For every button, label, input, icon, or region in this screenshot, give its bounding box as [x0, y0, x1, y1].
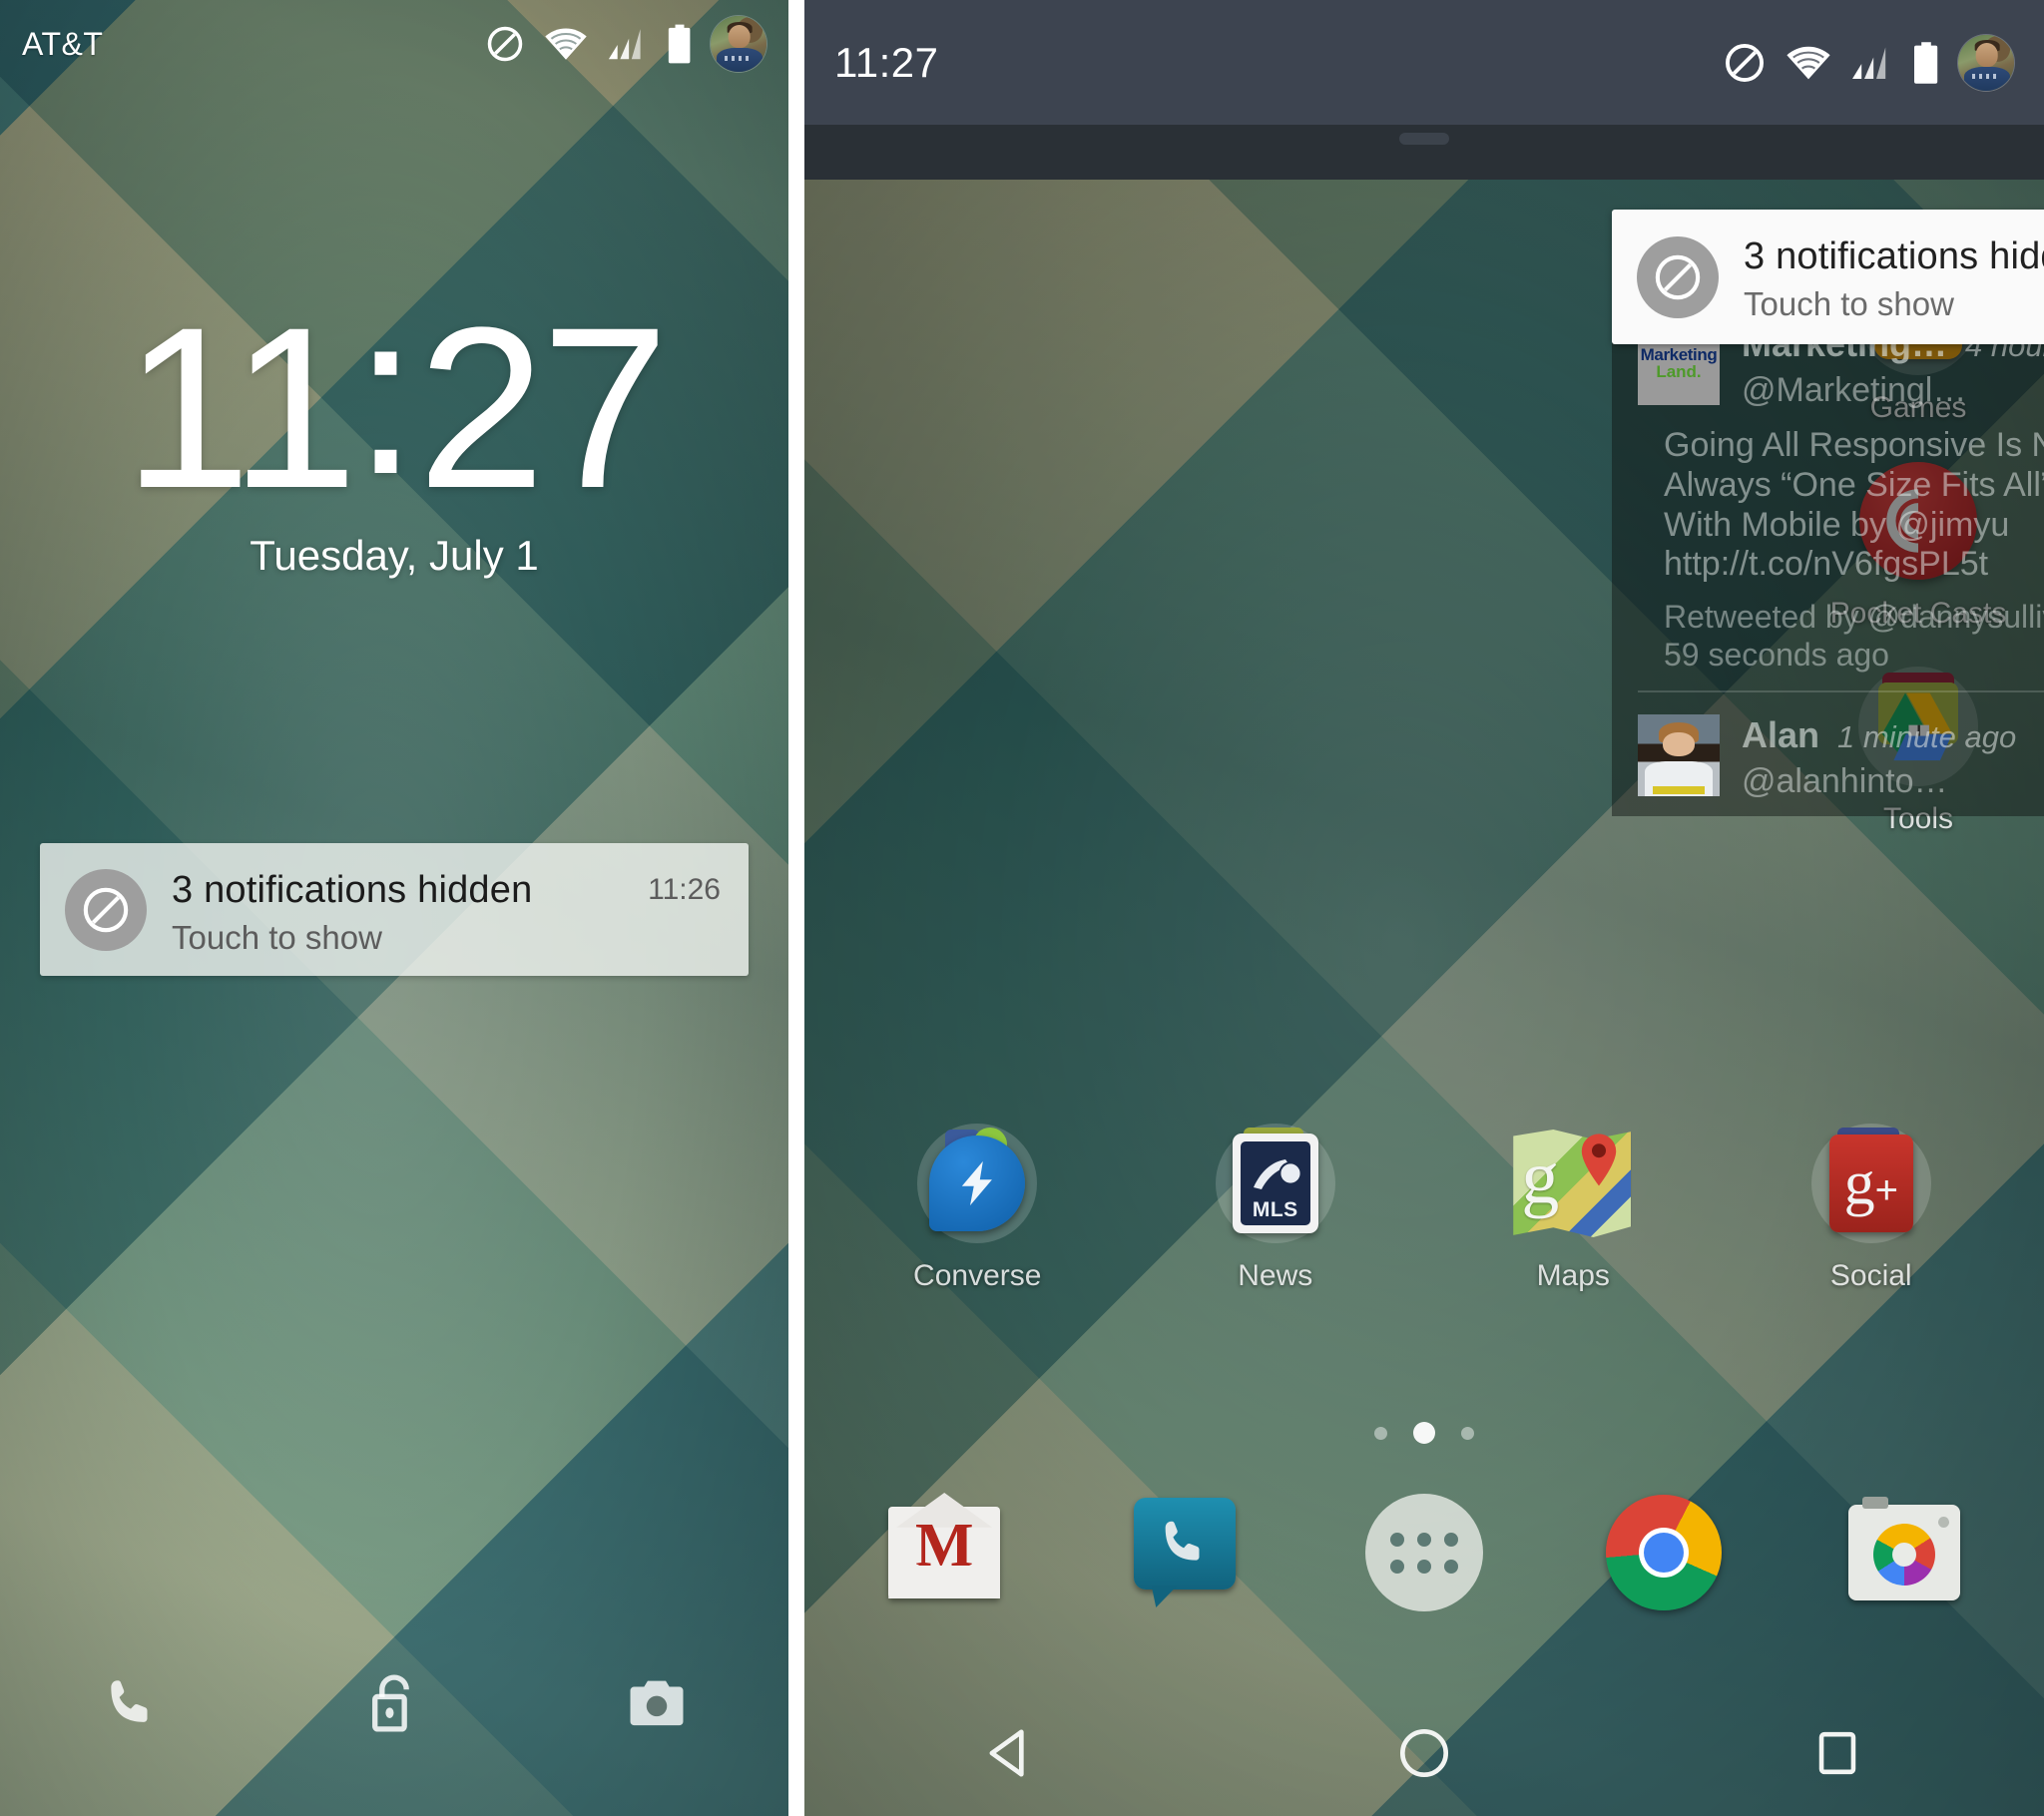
alan-hinton-photo: [1638, 713, 1720, 796]
camera-icon: [1838, 1487, 1970, 1618]
lockscreen-clock-block: 11:27 Tuesday, July 1: [0, 279, 788, 580]
notification-body: 3 notifications hidden Touch to show: [172, 843, 648, 957]
lockscreen-clock: 11:27: [0, 279, 788, 523]
home-icon: [1393, 1722, 1455, 1784]
do-not-disturb-icon: [485, 24, 525, 64]
lockscreen-notification-card[interactable]: 3 notifications hidden Touch to show 11:…: [40, 843, 749, 976]
dock-item-camera[interactable]: [1785, 1487, 2024, 1618]
app-news-folder[interactable]: MLS News: [1127, 1118, 1425, 1293]
tweet-text: ATM MONEY MACHINE KEEPS: [1638, 801, 2044, 816]
battery-icon: [667, 23, 693, 65]
lockscreen-date: Tuesday, July 1: [250, 531, 539, 579]
phone-shortcut[interactable]: [0, 1672, 262, 1734]
app-label: Maps: [1536, 1259, 1610, 1292]
notification-shade-backdrop: [804, 125, 2044, 180]
chrome-icon: [1598, 1487, 1730, 1618]
user-avatar[interactable]: [711, 16, 766, 72]
logo-line-1: Marketing: [1640, 345, 1718, 365]
status-clock: 11:27: [834, 38, 939, 86]
homescreen-app-row: Converse MLS News g Maps g+ Social: [804, 1118, 2044, 1293]
do-not-disturb-icon: [65, 868, 147, 951]
dock-item-gmail[interactable]: M: [824, 1487, 1064, 1618]
shade-handle[interactable]: [1399, 133, 1449, 145]
app-label: Social: [1829, 1259, 1912, 1292]
do-not-disturb-icon: [1637, 235, 1719, 318]
tweet-item[interactable]: Alan 1 minute ago @alanhinto… ATM MONEY …: [1612, 692, 2044, 816]
camera-shortcut[interactable]: [526, 1676, 788, 1730]
wifi-icon: [543, 26, 589, 62]
notification-subtitle: Touch to show: [172, 919, 382, 956]
nav-home-button[interactable]: [1218, 1722, 1631, 1784]
lockscreen-panel: AT&T 11:27 Tuesday, July 1 3 notificatio…: [0, 0, 788, 1816]
homescreen-dock: M: [804, 1487, 2044, 1618]
clock-colon: :: [353, 265, 418, 522]
facebook-messenger-folder-icon: [911, 1118, 1043, 1249]
dock-item-all-apps[interactable]: [1304, 1487, 1544, 1618]
tweet-retweet-note: Retweeted by @dannysullivan 59 seconds a…: [1664, 599, 2044, 673]
notification-icon-wrap: [1612, 210, 1744, 344]
notification-title: 3 notifications hidden: [172, 869, 533, 911]
do-not-disturb-icon: [1723, 41, 1767, 85]
twitter-widget[interactable]: Marketing Land. Marketing… 4 hours ago @…: [1612, 299, 2044, 816]
notification-title: 3 notifications hidden: [1744, 235, 2044, 277]
app-label: Converse: [913, 1259, 1042, 1292]
notification-time: 11:26: [648, 873, 721, 906]
tweet-header: Alan 1 minute ago @alanhinto…: [1638, 713, 2044, 801]
tweet-text: Going All Responsive Is Not Always “One …: [1664, 426, 2044, 584]
app-social-folder[interactable]: g+ Social: [1723, 1118, 2021, 1293]
homescreen-panel: 11:27 3 notifications hid Touch to show …: [804, 0, 2044, 1816]
tweet-item[interactable]: Marketing Land. Marketing… 4 hours ago @…: [1612, 301, 2044, 690]
phone-icon: [101, 1672, 163, 1734]
navigation-bar: [804, 1690, 2044, 1816]
nav-back-button[interactable]: [804, 1722, 1218, 1784]
gmail-icon: M: [878, 1487, 1010, 1618]
google-plus-folder-icon: g+: [1805, 1118, 1937, 1249]
tweet-meta: Alan 1 minute ago @alanhinto…: [1742, 714, 2044, 801]
app-converse-folder[interactable]: Converse: [828, 1118, 1127, 1293]
nav-recents-button[interactable]: [1631, 1724, 2044, 1782]
cellular-signal-icon: [607, 26, 649, 62]
page-indicator: [804, 1422, 2044, 1444]
lockscreen-status-bar: AT&T: [0, 0, 788, 88]
dock-item-hangouts-dialer[interactable]: [1064, 1487, 1303, 1618]
notification-body: 3 notifications hidden Touch to show: [1744, 210, 2044, 323]
cellular-signal-icon: [1850, 44, 1894, 82]
clock-minutes: 27: [417, 279, 669, 536]
user-avatar[interactable]: [1958, 34, 2014, 91]
lockscreen-shortcuts: [0, 1648, 788, 1758]
unlock-icon: [365, 1670, 423, 1736]
mls-folder-icon: MLS: [1210, 1118, 1341, 1249]
tweet-age: 1 minute ago: [1837, 718, 2017, 754]
homescreen-status-bar: 11:27: [804, 0, 2044, 125]
dock-item-chrome[interactable]: [1544, 1487, 1784, 1618]
all-apps-icon: [1358, 1487, 1490, 1618]
page-dot-active[interactable]: [1413, 1422, 1435, 1444]
panel-divider: [788, 0, 804, 1816]
battery-icon: [1912, 41, 1940, 85]
status-icons: [485, 16, 766, 72]
page-dot[interactable]: [1461, 1426, 1474, 1440]
tweet-author: Alan: [1742, 713, 1820, 755]
screenshot-root: AT&T 11:27 Tuesday, July 1 3 notificatio…: [0, 0, 2044, 1816]
tweet-handle: @Marketingl…: [1742, 371, 1967, 409]
notification-icon-wrap: [40, 843, 172, 976]
hangouts-phone-icon: [1119, 1487, 1251, 1618]
app-maps[interactable]: g Maps: [1424, 1118, 1723, 1293]
google-maps-icon: g: [1507, 1118, 1639, 1249]
clock-hours: 11: [123, 279, 358, 536]
app-label: News: [1238, 1259, 1313, 1292]
page-dot[interactable]: [1374, 1426, 1387, 1440]
logo-line-2: Land.: [1656, 362, 1702, 382]
wifi-icon: [1785, 44, 1832, 82]
carrier-label: AT&T: [22, 25, 104, 62]
unlock-shortcut[interactable]: [262, 1670, 525, 1736]
status-icons: [1723, 34, 2014, 91]
notification-subtitle: Touch to show: [1744, 285, 1954, 322]
shade-notification-card[interactable]: 3 notifications hidden Touch to show 11:…: [1612, 210, 2044, 344]
tweet-handle: @alanhinto…: [1742, 761, 1948, 800]
back-icon: [980, 1722, 1042, 1784]
camera-icon: [626, 1676, 688, 1730]
recents-icon: [1808, 1724, 1866, 1782]
